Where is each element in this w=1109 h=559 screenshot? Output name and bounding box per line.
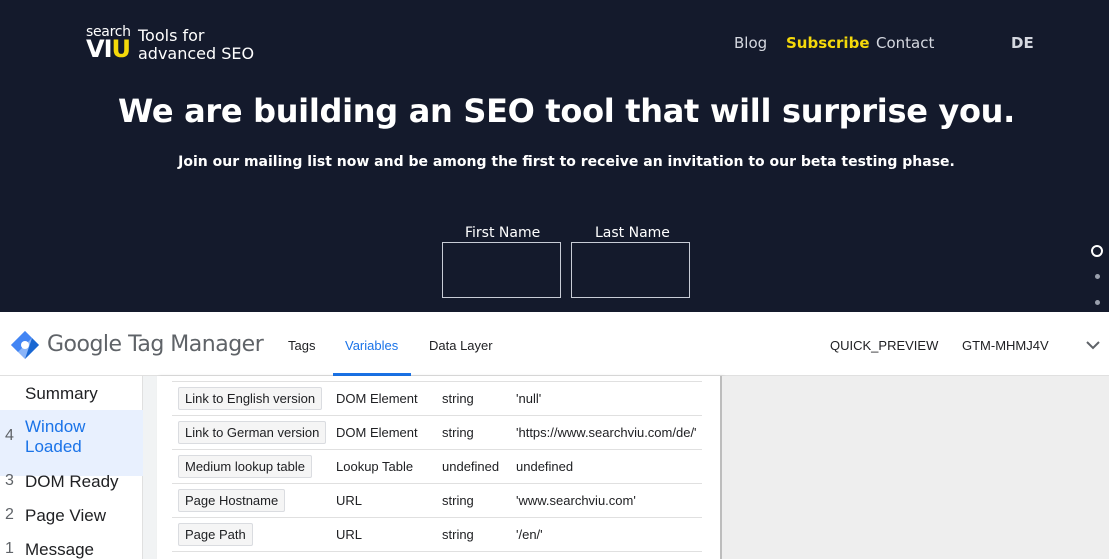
variable-name-chip[interactable]: Page Path bbox=[178, 523, 253, 546]
variable-type: URL bbox=[336, 493, 363, 508]
page-headline: We are building an SEO tool that will su… bbox=[117, 92, 1016, 130]
variable-return-type: string bbox=[442, 493, 474, 508]
variable-value: '/en/' bbox=[516, 527, 543, 542]
slide-dot[interactable] bbox=[1095, 300, 1100, 305]
website-header: search VIU Tools for advanced SEO Blog S… bbox=[0, 0, 1109, 312]
table-row: Page Path URL string '/en/' bbox=[172, 517, 702, 551]
page-subline: Join our mailing list now and be among t… bbox=[178, 154, 955, 170]
variable-value: 'www.searchviu.com' bbox=[516, 493, 636, 508]
searchviu-logo[interactable]: search VIU Tools for advanced SEO bbox=[86, 24, 276, 64]
slide-dot-active[interactable] bbox=[1091, 245, 1103, 257]
variable-value: 'https://www.searchviu.com/de/' bbox=[516, 425, 697, 440]
variable-type: DOM Element bbox=[336, 391, 418, 406]
logo-tagline-line1: Tools for bbox=[138, 26, 205, 45]
nav-subscribe-link[interactable]: Subscribe bbox=[786, 34, 870, 52]
container-id: GTM-MHMJ4V bbox=[962, 338, 1049, 353]
gtm-toolbar: Google Tag Manager Tags Variables Data L… bbox=[0, 312, 1109, 376]
tab-variables[interactable]: Variables bbox=[345, 338, 398, 353]
event-number: 1 bbox=[5, 540, 14, 557]
variable-name-chip[interactable]: Medium lookup table bbox=[178, 455, 312, 478]
event-number: 4 bbox=[5, 427, 14, 444]
sidebar-item-message[interactable]: 1 Message bbox=[0, 540, 143, 559]
gtm-brand-name: Google Tag Manager bbox=[47, 332, 264, 357]
variable-type: Lookup Table bbox=[336, 459, 414, 474]
nav-blog-link[interactable]: Blog bbox=[734, 34, 767, 52]
environment-label: QUICK_PREVIEW bbox=[830, 338, 939, 353]
variable-name-chip[interactable]: Page Hostname bbox=[178, 489, 286, 512]
sidebar-item-page-view[interactable]: 2 Page View bbox=[0, 506, 143, 532]
event-sidebar: Summary 4 Window Loaded 3 DOM Ready 2 Pa… bbox=[0, 376, 143, 559]
tab-data-layer[interactable]: Data Layer bbox=[429, 338, 493, 353]
sidebar-item-label: Window Loaded bbox=[25, 417, 86, 456]
variable-type: URL bbox=[336, 527, 363, 542]
language-switch-de[interactable]: DE bbox=[1011, 34, 1034, 52]
first-name-input[interactable] bbox=[442, 242, 561, 298]
sidebar-gutter bbox=[143, 376, 157, 559]
last-name-label: Last Name bbox=[595, 225, 670, 241]
variable-return-type: string bbox=[442, 425, 474, 440]
event-number: 2 bbox=[5, 506, 14, 523]
gtm-diamond-icon bbox=[11, 331, 39, 359]
variable-return-type: string bbox=[442, 391, 474, 406]
table-row: Link to German version DOM Element strin… bbox=[172, 415, 702, 449]
variable-value: undefined bbox=[516, 459, 574, 474]
table-row: Link to English version DOM Element stri… bbox=[172, 381, 702, 415]
variable-name-chip[interactable]: Link to English version bbox=[178, 387, 323, 410]
last-name-input[interactable] bbox=[571, 242, 690, 298]
logo-viu-text: VIU bbox=[86, 35, 131, 63]
slide-dot[interactable] bbox=[1095, 274, 1100, 279]
table-row: Page Hostname URL string 'www.searchviu.… bbox=[172, 483, 702, 517]
sidebar-item-window-loaded[interactable]: 4 Window Loaded bbox=[0, 410, 143, 476]
sidebar-item-summary[interactable]: Summary bbox=[0, 384, 143, 410]
event-number: 3 bbox=[5, 472, 14, 489]
sidebar-item-label: Summary bbox=[25, 384, 98, 403]
table-row: Medium lookup table Lookup Table undefin… bbox=[172, 449, 702, 483]
sidebar-item-label: Page View bbox=[25, 506, 106, 525]
first-name-label: First Name bbox=[465, 225, 541, 241]
sidebar-item-dom-ready[interactable]: 3 DOM Ready bbox=[0, 472, 143, 498]
sidebar-item-label: Message bbox=[25, 540, 94, 559]
variable-type: DOM Element bbox=[336, 425, 418, 440]
logo-tagline-line2: advanced SEO bbox=[138, 44, 255, 63]
variable-return-type: undefined bbox=[442, 459, 500, 474]
chevron-down-icon[interactable] bbox=[1084, 336, 1102, 354]
variable-return-type: string bbox=[442, 527, 474, 542]
variable-name-chip[interactable]: Link to German version bbox=[178, 421, 327, 444]
table-row-partial bbox=[172, 551, 702, 559]
variable-value: 'null' bbox=[516, 391, 542, 406]
sidebar-item-label: DOM Ready bbox=[25, 472, 119, 491]
nav-contact-link[interactable]: Contact bbox=[876, 34, 934, 52]
tab-tags[interactable]: Tags bbox=[288, 338, 315, 353]
empty-panel bbox=[722, 376, 1109, 559]
